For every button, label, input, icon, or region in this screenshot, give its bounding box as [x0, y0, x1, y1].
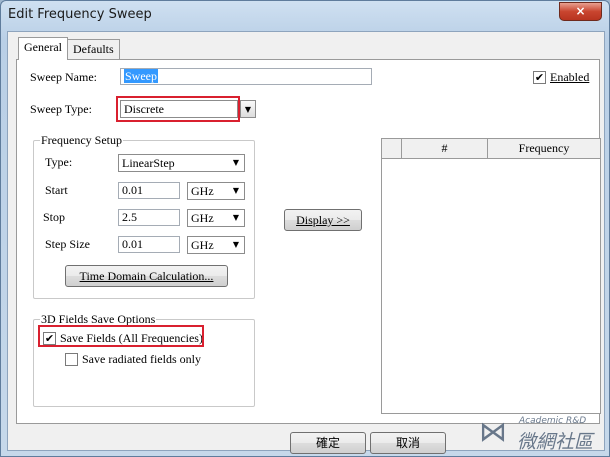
window-title: Edit Frequency Sweep	[8, 7, 152, 22]
start-value: 0.01	[122, 183, 143, 197]
frequency-type-value: LinearStep	[122, 156, 175, 170]
stop-label: Stop	[43, 210, 66, 224]
time-domain-calculation-button[interactable]: Time Domain Calculation...	[65, 265, 228, 287]
step-size-label: Step Size	[45, 237, 90, 251]
sweep-name-input[interactable]: Sweep	[120, 68, 372, 85]
enabled-checkbox[interactable]: ✔	[533, 71, 546, 84]
sweep-name-label: Sweep Name:	[30, 70, 97, 84]
chevron-down-icon: ▼	[244, 105, 252, 114]
display-button[interactable]: Display >>	[284, 209, 362, 231]
check-icon: ✔	[534, 71, 545, 84]
start-label: Start	[45, 183, 68, 197]
highlight-save-fields	[38, 325, 204, 347]
stop-input[interactable]: 2.5	[118, 209, 180, 226]
step-size-input[interactable]: 0.01	[118, 236, 180, 253]
tab-defaults[interactable]: Defaults	[67, 39, 120, 60]
dialog-client-area: General Defaults Sweep Name: Sweep ✔ Ena…	[7, 31, 605, 454]
watermark-logo: ⋈ Academic R&D 微網社區	[479, 415, 609, 454]
time-domain-calculation-label: Time Domain Calculation...	[79, 269, 214, 283]
save-radiated-only-checkbox[interactable]	[65, 353, 78, 366]
start-unit-select[interactable]: GHz ▼	[187, 182, 245, 200]
chevron-down-icon: ▼	[232, 186, 240, 195]
stop-unit-select[interactable]: GHz ▼	[187, 209, 245, 227]
tab-general[interactable]: General	[18, 37, 68, 60]
step-unit-select[interactable]: GHz ▼	[187, 236, 245, 254]
chevron-down-icon: ▼	[232, 158, 240, 167]
tab-defaults-label: Defaults	[73, 42, 114, 56]
highlight-sweep-type	[116, 96, 240, 122]
column-header-index[interactable]: #	[402, 139, 488, 158]
tab-general-label: General	[24, 40, 62, 54]
stop-unit-value: GHz	[191, 211, 214, 225]
save-radiated-only-label: Save radiated fields only	[82, 352, 201, 366]
frequency-setup-group: Frequency Setup Type: LinearStep ▼ Start…	[33, 133, 255, 299]
dialog-window: Edit Frequency Sweep × General Defaults …	[0, 0, 610, 457]
cancel-button-label: 取消	[395, 436, 420, 450]
display-button-label: Display >>	[296, 213, 350, 227]
column-header-frequency[interactable]: Frequency	[488, 139, 600, 158]
ok-button[interactable]: 確定	[290, 432, 366, 454]
start-input[interactable]: 0.01	[118, 182, 180, 199]
stop-value: 2.5	[122, 210, 137, 224]
frequency-setup-title: Frequency Setup	[40, 133, 123, 148]
step-size-value: 0.01	[122, 237, 143, 251]
sweep-type-dropdown-button[interactable]: ▼	[240, 100, 256, 118]
start-unit-value: GHz	[191, 184, 214, 198]
chevron-down-icon: ▼	[232, 240, 240, 249]
title-bar[interactable]: Edit Frequency Sweep ×	[1, 1, 609, 31]
column-header-frequency-label: Frequency	[518, 141, 570, 155]
chevron-down-icon: ▼	[232, 213, 240, 222]
column-header-index-label: #	[441, 141, 448, 155]
cancel-button[interactable]: 取消	[370, 432, 446, 454]
frequency-type-select[interactable]: LinearStep ▼	[118, 154, 245, 172]
close-icon: ×	[575, 4, 586, 18]
watermark-line1: Academic R&D	[519, 416, 587, 426]
sweep-name-value: Sweep	[124, 69, 158, 83]
type-label: Type:	[45, 155, 73, 169]
close-button[interactable]: ×	[559, 2, 602, 21]
enabled-label: Enabled	[550, 70, 590, 84]
table-corner-cell	[382, 139, 402, 158]
watermark-line2: 微網社區	[517, 431, 594, 453]
sweep-type-label: Sweep Type:	[30, 102, 92, 116]
table-header: # Frequency	[382, 139, 600, 159]
general-tab-panel: Sweep Name: Sweep ✔ Enabled Sweep Type: …	[16, 59, 601, 424]
step-unit-value: GHz	[191, 238, 214, 252]
frequency-table[interactable]: # Frequency	[381, 138, 601, 414]
fields-save-options-group: 3D Fields Save Options ✔ Save Fields (Al…	[33, 312, 255, 407]
logo-icon: ⋈	[479, 415, 507, 448]
ok-button-label: 確定	[315, 436, 340, 450]
